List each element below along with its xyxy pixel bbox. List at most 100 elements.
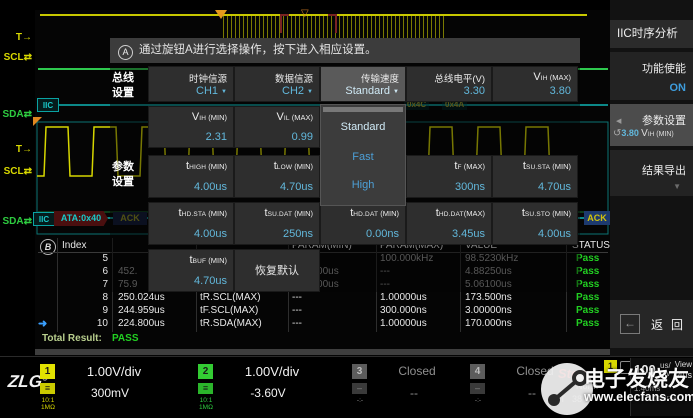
cell-label: VIL (MAX) bbox=[235, 107, 319, 123]
cell-label: 传输速度 bbox=[321, 67, 405, 85]
expand-arrow-icon: ▼ bbox=[673, 182, 681, 191]
channel-2-badge: 2 bbox=[198, 364, 213, 379]
data-source-cell[interactable]: 数据信源 CH2▼ bbox=[234, 66, 320, 102]
cell-value: 4.00us bbox=[149, 228, 233, 244]
dropdown-item-standard[interactable]: Standard bbox=[321, 121, 405, 133]
cell-value: 170.000ns bbox=[465, 318, 512, 329]
record-length: 1.40ms bbox=[634, 384, 660, 393]
cell-value: 4.70us bbox=[235, 181, 319, 197]
cell-value: 3.45us bbox=[407, 228, 491, 244]
cell-value: 2.31 bbox=[149, 131, 233, 147]
trigger-position-icon[interactable] bbox=[215, 10, 227, 19]
thdsta-min-cell[interactable]: tHD.STA (MIN) 4.00us bbox=[148, 202, 234, 245]
bus-level-cell[interactable]: 总线电平(V) 3.30 bbox=[406, 66, 492, 102]
transfer-speed-cell[interactable]: 传输速度 Standard▼ bbox=[320, 66, 406, 102]
cell-time: 250.024us bbox=[118, 292, 165, 303]
view-window-bracket-left bbox=[280, 14, 289, 33]
probe-info: -:- bbox=[350, 397, 370, 404]
cell-param: tR.SDA(MAX) bbox=[200, 318, 262, 329]
tlow-min-cell[interactable]: tLOW (MIN) 4.70us bbox=[234, 155, 320, 198]
cell-time: 244.959us bbox=[118, 305, 165, 316]
cell-value: 0.99 bbox=[235, 131, 319, 147]
tsusta-min-cell[interactable]: tSU.STA (MIN) 4.70us bbox=[492, 155, 578, 198]
thddat-min-cell[interactable]: tHD.DAT (MIN) 0.00ns bbox=[320, 202, 406, 245]
coupling-icon: ≡ bbox=[40, 383, 55, 394]
cell-value: 300ns bbox=[407, 181, 491, 197]
vih-min-cell[interactable]: VIH (MIN) 2.31 bbox=[148, 106, 234, 148]
timebase-panel[interactable]: 100 us/ div View 4us 1.40ms 2.00MPts bbox=[630, 358, 693, 416]
cell-label: tSU.STA (MIN) bbox=[493, 156, 577, 172]
probe-info: 10:11MΩ bbox=[196, 397, 216, 411]
cell-index: 5 bbox=[60, 253, 108, 264]
thddat-max-cell[interactable]: tHD.DAT(MAX) 3.45us bbox=[406, 202, 492, 245]
decode-data-chip: ATA:0x40 bbox=[54, 211, 108, 226]
table-header-index: Index bbox=[62, 240, 86, 251]
run-state[interactable]: Stop bbox=[558, 366, 587, 381]
channel-offset: -- bbox=[372, 386, 456, 400]
iic-bus-badge-1: IIC bbox=[37, 98, 59, 112]
oscilloscope-screen: ▽ T→ SCL⇄ SDA⇄ T→ SCL⇄ SDA⇄ IIC 0x4C 0x4… bbox=[0, 0, 693, 418]
cell-label: tBUF (MIN) bbox=[149, 250, 233, 266]
timebase-value: 100 bbox=[634, 362, 656, 377]
coupling-icon: – bbox=[352, 383, 367, 394]
cell-label: 时钟信源 bbox=[149, 67, 233, 85]
tf-max-cell[interactable]: tF (MAX) 300ns bbox=[406, 155, 492, 198]
trigger-mode: Norm bbox=[576, 381, 598, 391]
vil-max-cell[interactable]: VIL (MAX) 0.99 bbox=[234, 106, 320, 148]
channel-scale: 1.00V/div bbox=[218, 364, 326, 379]
reset-defaults-button[interactable]: 恢复默认 bbox=[234, 249, 320, 292]
cell-index: 8 bbox=[60, 292, 108, 303]
cell-param-max: 300.000ns bbox=[380, 305, 427, 316]
menu-item-param-settings[interactable]: ◀ 参数设置 ↺3.80 VIH (MIN) bbox=[610, 104, 693, 146]
dropdown-item-high[interactable]: High bbox=[321, 179, 405, 191]
menu-item-function-enable[interactable]: 功能使能 ON bbox=[610, 52, 693, 100]
thigh-min-cell[interactable]: tHIGH (MIN) 4.00us bbox=[148, 155, 234, 198]
cell-label: tLOW (MIN) bbox=[235, 156, 319, 172]
transfer-speed-dropdown: Standard Fast High bbox=[320, 104, 406, 206]
cell-index: 6 bbox=[60, 266, 108, 277]
cell-value: 0.00ns bbox=[321, 228, 405, 244]
cell-value: Standard▼ bbox=[321, 85, 405, 101]
back-button[interactable]: ← 返回 bbox=[610, 300, 693, 348]
decode-ack-chip-right: ACK bbox=[584, 211, 610, 225]
channel-1-badge: 1 bbox=[40, 364, 55, 379]
dropdown-arrow-icon: ▼ bbox=[393, 89, 399, 95]
channel-3-badge: 3 bbox=[352, 364, 367, 379]
cell-param-min: --- bbox=[292, 292, 302, 303]
cell-value: 173.500ns bbox=[465, 292, 512, 303]
cell-time: 224.800us bbox=[118, 318, 165, 329]
back-arrow-icon: ← bbox=[620, 314, 640, 334]
probe-info: -:- bbox=[468, 397, 488, 404]
menu-label: 参数设置 bbox=[610, 104, 693, 128]
cell-value: CH1▼ bbox=[149, 85, 233, 101]
channel-scale: Closed bbox=[372, 364, 462, 378]
tbuf-min-cell[interactable]: tBUF (MIN) 4.70us bbox=[148, 249, 234, 292]
marker-triangle-icon: ▽ bbox=[301, 8, 309, 19]
knob-value: 3.80 bbox=[621, 128, 639, 138]
cell-value: 4.70us bbox=[493, 181, 577, 197]
bus-settings-group-label: 总线设置 bbox=[112, 71, 138, 101]
channel-offset: 300mV bbox=[60, 386, 160, 400]
knob-a-badge-icon: A bbox=[118, 45, 133, 60]
row-select-arrow-icon: ➜ bbox=[38, 317, 47, 330]
tsudat-min-cell[interactable]: tSU.DAT (MIN) 250ns bbox=[234, 202, 320, 245]
vih-max-cell[interactable]: VIH (MAX) 3.80 bbox=[492, 66, 578, 102]
menu-item-export-results[interactable]: 结果导出 ▼ bbox=[610, 150, 693, 196]
coupling-icon: – bbox=[470, 383, 485, 394]
zoom-window-corner-icon bbox=[33, 117, 42, 126]
clock-source-cell[interactable]: 时钟信源 CH1▼ bbox=[148, 66, 234, 102]
probe-info: 10:11MΩ bbox=[38, 397, 58, 411]
cell-label: 数据信源 bbox=[235, 67, 319, 85]
knob-param-sym: V bbox=[641, 128, 648, 139]
total-result-value: PASS bbox=[112, 333, 139, 344]
cell-value: 4.70us bbox=[149, 275, 233, 291]
cell-param-min: --- bbox=[292, 305, 302, 316]
dialog-header: A通过旋钮A进行选择操作，按下进入相应设置。 bbox=[110, 38, 580, 63]
cell-status: Pass bbox=[576, 305, 599, 316]
memory-depth: 2.00MPts bbox=[647, 396, 677, 403]
dropdown-item-fast[interactable]: Fast bbox=[321, 151, 405, 163]
cell-label: tSU.DAT (MIN) bbox=[235, 203, 319, 219]
cell-label: 总线电平(V) bbox=[407, 67, 491, 85]
trigger-t-label: T bbox=[560, 394, 566, 404]
tsusto-min-cell[interactable]: tSU.STO (MIN) 4.00us bbox=[492, 202, 578, 245]
